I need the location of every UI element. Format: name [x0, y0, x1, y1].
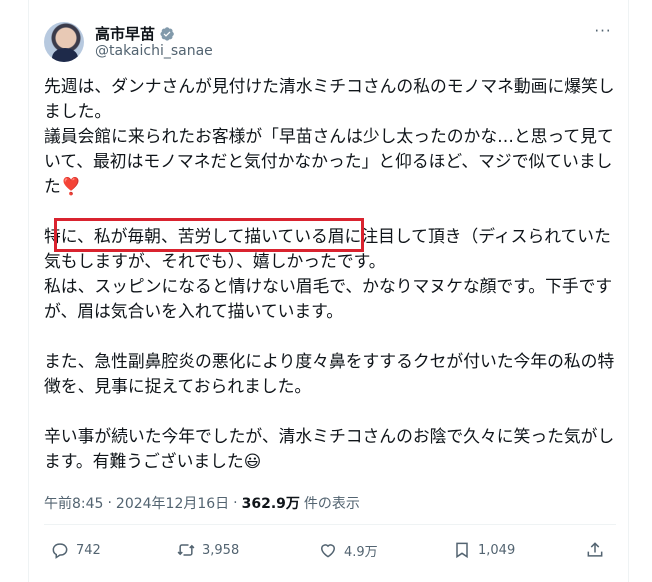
- bookmark-count: 1,049: [478, 542, 516, 558]
- meta-separator: ·: [107, 495, 112, 511]
- verified-badge-icon: [160, 26, 174, 41]
- repost-button[interactable]: 3,958: [176, 540, 239, 560]
- tweet-text: 先週は、ダンナさんが見付けた清水ミチコさんの私のモノマネ動画に爆笑しました。 議…: [44, 74, 616, 474]
- tweet-header: 高市早苗 @takaichi_sanae ···: [44, 22, 614, 64]
- view-count: 362.9万: [241, 496, 300, 512]
- reply-count: 742: [76, 542, 101, 558]
- post-date[interactable]: 2024年12月16日: [116, 493, 229, 513]
- repost-count: 3,958: [202, 542, 240, 558]
- share-button[interactable]: [585, 540, 605, 560]
- like-button[interactable]: 4.9万: [318, 540, 378, 560]
- tweet-paragraph: 特に、私が毎朝、苦労して描いている眉に注目して頂き（ディスられていた気もしますが…: [44, 226, 613, 321]
- author-name[interactable]: 高市早苗: [95, 23, 155, 44]
- like-icon: [320, 544, 336, 558]
- share-icon: [587, 542, 603, 557]
- author-handle[interactable]: @takaichi_sanae: [95, 43, 213, 59]
- repost-icon: [177, 544, 195, 556]
- meta-separator: ·: [233, 495, 238, 511]
- tweet-page: 高市早苗 @takaichi_sanae ··· 先週は、ダンナさんが見付けた清…: [0, 0, 652, 582]
- avatar[interactable]: [44, 22, 84, 62]
- action-bar: 742 3,958 4.9万 1,049: [44, 540, 616, 568]
- tweet-paragraph: 辛い事が続いた今年でしたが、清水ミチコさんのお陰で久々に笑った気がします。有難う…: [44, 426, 615, 471]
- like-count: 4.9万: [344, 544, 378, 560]
- view-count-label: 件の表示: [303, 496, 360, 512]
- more-icon[interactable]: ···: [592, 24, 614, 42]
- reply-icon: [52, 543, 68, 559]
- bookmark-icon: [456, 542, 468, 559]
- author-name-row[interactable]: 高市早苗: [95, 23, 175, 44]
- tweet-meta: 午前8:45 · 2024年12月16日 · 362.9万 件の表示: [44, 493, 360, 513]
- divider: [44, 524, 616, 525]
- timeline-border-left: [28, 0, 29, 582]
- tweet-paragraph: また、急性副鼻腔炎の悪化により度々鼻をすするクセが付いた今年の私の特徴を、見事に…: [44, 351, 615, 396]
- reply-button[interactable]: 742: [50, 540, 101, 560]
- bookmark-button[interactable]: 1,049: [452, 540, 515, 560]
- tweet-paragraph: 先週は、ダンナさんが見付けた清水ミチコさんの私のモノマネ動画に爆笑しました。 議…: [44, 76, 615, 196]
- post-time[interactable]: 午前8:45: [44, 493, 103, 513]
- timeline-border-right: [628, 0, 629, 582]
